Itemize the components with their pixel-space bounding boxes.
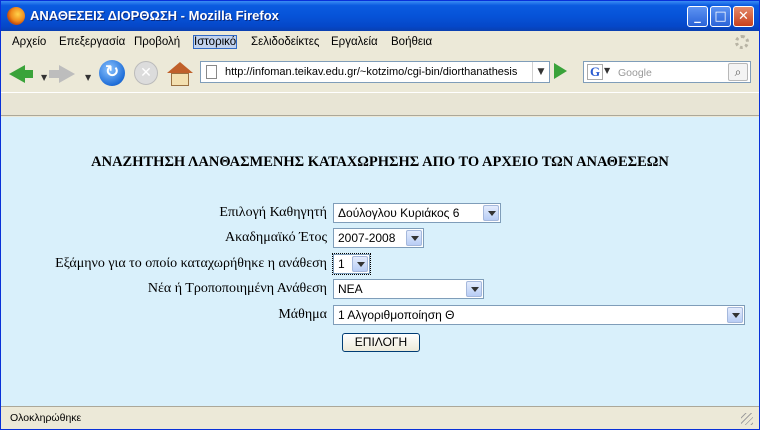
page-icon: [206, 65, 217, 79]
semester-select[interactable]: 1: [332, 253, 371, 275]
menu-file[interactable]: Αρχείο: [12, 36, 46, 48]
assignment-type-label: Νέα ή Τροποποιημένη Ανάθεση: [147, 281, 327, 296]
submit-button[interactable]: ΕΠΙΛΟΓΗ: [342, 333, 420, 352]
stop-icon[interactable]: ✕: [134, 61, 158, 85]
professor-select[interactable]: Δούλογλου Κυριάκος 6: [333, 203, 501, 223]
browser-window: ΑΝΑΘΕΣΕΙΣ ΔΙΟΡΘΩΣΗ - Mozilla Firefox _ □…: [0, 0, 760, 430]
assignment-type-select-value: ΝΕΑ: [338, 282, 363, 296]
go-button-icon[interactable]: [554, 63, 567, 79]
back-button[interactable]: [23, 70, 33, 78]
search-input[interactable]: Google: [618, 67, 652, 79]
professor-label: Επιλογή Καθηγητή: [219, 205, 327, 220]
firefox-logo-icon: [7, 7, 25, 25]
chevron-down-icon[interactable]: [483, 205, 499, 221]
bookmarks-toolbar: [1, 92, 759, 116]
semester-select-value: 1: [338, 257, 345, 271]
semester-label: Εξάμηνο για το οποίο καταχωρήθηκε η ανάθ…: [55, 256, 327, 271]
academic-year-label: Ακαδημαϊκό Έτος: [224, 230, 327, 245]
academic-year-select[interactable]: 2007-2008: [333, 228, 424, 248]
status-bar: Ολοκληρώθηκε: [1, 406, 759, 429]
chevron-down-icon[interactable]: [406, 230, 422, 246]
url-history-dropdown-icon[interactable]: ▼: [532, 62, 549, 82]
chevron-down-icon[interactable]: [727, 307, 743, 323]
close-button[interactable]: ✕: [733, 6, 754, 27]
forward-arrow-icon[interactable]: [59, 65, 75, 83]
url-text[interactable]: http://infoman.teikav.edu.gr/~kotzimo/cg…: [225, 66, 525, 78]
minimize-button[interactable]: _: [687, 6, 708, 27]
professor-select-value: Δούλογλου Κυριάκος 6: [338, 206, 460, 220]
course-label: Μάθημα: [278, 307, 327, 322]
menu-history[interactable]: Ιστορικό: [192, 35, 238, 49]
academic-year-select-value: 2007-2008: [338, 231, 396, 245]
maximize-button[interactable]: □: [710, 6, 731, 27]
title-bar[interactable]: ΑΝΑΘΕΣΕΙΣ ΔΙΟΡΘΩΣΗ - Mozilla Firefox _ □…: [1, 1, 759, 31]
chevron-down-icon[interactable]: [352, 256, 368, 272]
url-bar[interactable]: http://infoman.teikav.edu.gr/~kotzimo/cg…: [200, 61, 550, 83]
window-title: ΑΝΑΘΕΣΕΙΣ ΔΙΟΡΘΩΣΗ - Mozilla Firefox: [30, 8, 279, 23]
search-bar[interactable]: G ▼ Google ⌕: [583, 61, 751, 83]
search-icon[interactable]: ⌕: [728, 63, 748, 81]
menu-edit[interactable]: Επεξεργασία: [59, 36, 125, 48]
resize-grip-icon[interactable]: [741, 413, 753, 425]
menu-view[interactable]: Προβολή: [134, 36, 180, 48]
menu-bookmarks[interactable]: Σελιδοδείκτες: [251, 36, 319, 48]
menu-tools[interactable]: Εργαλεία: [331, 36, 378, 48]
search-engine-icon[interactable]: G: [587, 64, 603, 80]
menu-help[interactable]: Βοήθεια: [391, 36, 432, 48]
home-icon[interactable]: [167, 62, 193, 86]
status-text: Ολοκληρώθηκε: [10, 412, 82, 424]
page-content: ΑΝΑΖΗΤΗΣΗ ΛΑΝΘΑΣΜΕΝΗΣ ΚΑΤΑΧΩΡΗΣΗΣ ΑΠΟ ΤΟ…: [1, 117, 759, 406]
chevron-down-icon[interactable]: [466, 281, 482, 297]
menu-bar: Αρχείο Επεξεργασία Προβολή Ιστορικό Σελι…: [1, 31, 759, 55]
forward-history-dropdown-icon[interactable]: ▼: [85, 73, 91, 82]
page-heading: ΑΝΑΖΗΤΗΣΗ ΛΑΝΘΑΣΜΕΝΗΣ ΚΑΤΑΧΩΡΗΣΗΣ ΑΠΟ ΤΟ…: [91, 154, 669, 170]
course-select-value: 1 Αλγοριθμοποίηση Θ: [338, 308, 455, 322]
back-history-dropdown-icon[interactable]: ▼: [41, 73, 47, 82]
throbber-icon: [735, 35, 749, 49]
assignment-type-select[interactable]: ΝΕΑ: [333, 279, 484, 299]
course-select[interactable]: 1 Αλγοριθμοποίηση Θ: [333, 305, 745, 325]
reload-icon[interactable]: ↻: [99, 60, 125, 86]
forward-button[interactable]: [49, 70, 59, 78]
search-engine-dropdown-icon[interactable]: ▼: [604, 66, 610, 75]
